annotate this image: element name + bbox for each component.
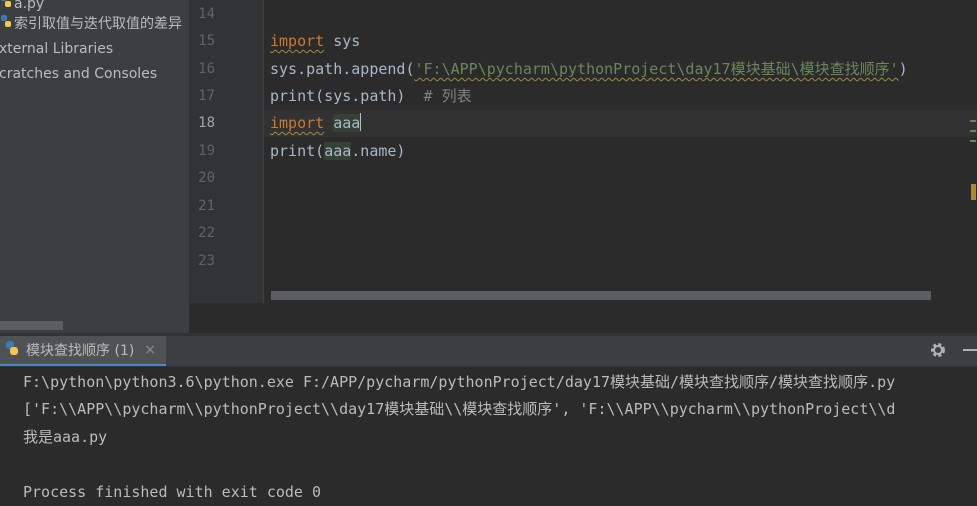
line-number: 16 — [198, 61, 215, 77]
code-text: sys — [324, 32, 361, 50]
gutter-separator — [263, 0, 264, 303]
python-file-icon — [0, 12, 12, 36]
current-line-highlight — [264, 110, 977, 137]
line-number: 22 — [198, 225, 215, 241]
tree-item-external-libraries[interactable]: xternal Libraries — [0, 37, 113, 61]
string-literal: 'F:\APP\pycharm\pythonProject\day17模块基础\… — [414, 60, 899, 78]
line-number: 21 — [198, 198, 215, 214]
minimize-icon[interactable] — [963, 349, 977, 351]
tree-item-scratches[interactable]: cratches and Consoles — [0, 62, 157, 86]
run-tab[interactable]: 模块查找顺序 (1) × — [0, 336, 167, 366]
code-line-19[interactable]: print(aaa.name) — [270, 138, 405, 165]
code-text: sys.path.append( — [270, 60, 415, 78]
code-text: ) — [898, 60, 908, 78]
python-run-icon — [4, 340, 20, 360]
error-stripe-marker[interactable] — [970, 130, 976, 132]
line-number: 23 — [198, 253, 215, 269]
line-number: 15 — [198, 33, 215, 49]
comment: # 列表 — [423, 87, 472, 105]
code-line-18[interactable]: import aaa — [270, 110, 362, 137]
error-stripe-marker[interactable] — [970, 120, 976, 122]
tree-item-label: a.py — [14, 0, 45, 12]
identifier-highlight: aaa — [333, 114, 361, 132]
console-line: F:\python\python3.6\python.exe F:/APP/py… — [23, 373, 896, 391]
tree-item-index-vs-iter[interactable]: 索引取值与迭代取值的差异 — [0, 12, 182, 36]
warning-stripe-marker[interactable] — [971, 184, 976, 200]
code-text: print(sys.path) — [270, 87, 406, 105]
error-stripe-marker[interactable] — [970, 140, 976, 142]
line-number-current: 18 — [198, 115, 215, 131]
code-line-16[interactable]: sys.path.append('F:\APP\pycharm\pythonPr… — [270, 56, 908, 83]
run-console[interactable]: F:\python\python3.6\python.exe F:/APP/py… — [0, 367, 977, 506]
console-exit-line: Process finished with exit code 0 — [23, 483, 322, 501]
code-text: print( — [270, 142, 325, 160]
tree-item-label: cratches and Consoles — [0, 66, 158, 82]
run-tab-label: 模块查找顺序 (1) — [26, 343, 135, 359]
run-tool-window-header: 模块查找顺序 (1) × — [0, 336, 977, 367]
console-line: ['F:\\APP\\pycharm\\pythonProject\\day17… — [23, 400, 896, 418]
line-number-gutter: 14 15 16 17 18 19 20 21 22 23 — [189, 0, 263, 303]
code-line-15[interactable]: import sys — [270, 28, 360, 55]
gear-icon[interactable] — [929, 341, 947, 363]
code-text: .name) — [351, 142, 406, 160]
keyword: import — [270, 32, 325, 50]
code-line-17[interactable]: print(sys.path) # 列表 — [270, 83, 472, 110]
line-number: 17 — [198, 88, 215, 104]
code-editor[interactable]: 14 15 16 17 18 19 20 21 22 23 import sys… — [189, 0, 977, 303]
sidebar-horizontal-scrollbar[interactable] — [0, 321, 63, 330]
project-tree: a.py 索引取值与迭代取值的差异 xternal Libraries crat… — [0, 0, 189, 333]
tree-item-label: 索引取值与迭代取值的差异 — [14, 16, 182, 32]
line-number: 19 — [198, 143, 215, 159]
line-number: 20 — [198, 170, 215, 186]
keyword: import — [270, 114, 325, 132]
text-caret — [360, 113, 362, 131]
editor-horizontal-scrollbar[interactable] — [271, 291, 931, 300]
identifier-highlight: aaa — [324, 142, 352, 160]
console-line: 我是aaa.py — [23, 428, 108, 446]
close-icon[interactable]: × — [144, 342, 156, 358]
line-number: 14 — [198, 6, 215, 22]
tree-item-label: xternal Libraries — [0, 41, 114, 57]
